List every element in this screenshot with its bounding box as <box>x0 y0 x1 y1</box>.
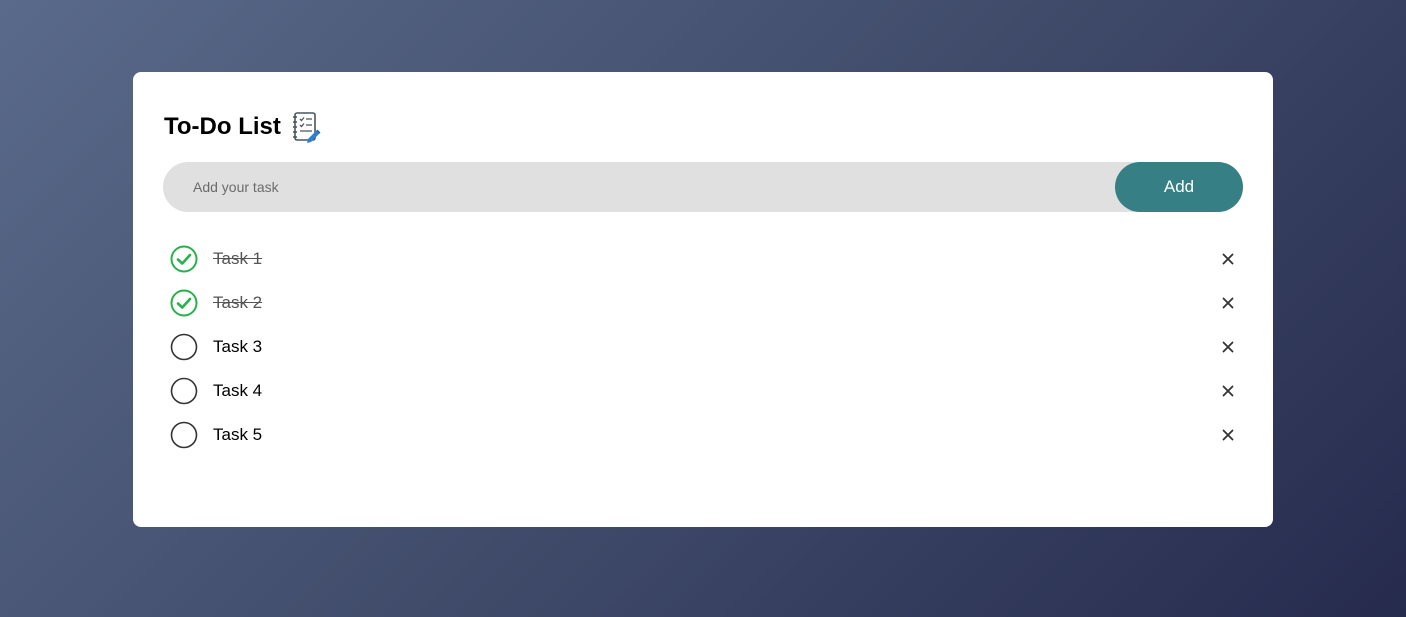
task-label: Task 2 <box>213 293 263 312</box>
close-icon <box>1222 429 1234 441</box>
checked-circle-icon[interactable] <box>170 289 198 317</box>
task-label: Task 3 <box>213 337 263 356</box>
task-item-5[interactable]: Task 5 <box>170 413 1240 457</box>
page-title: To-Do List <box>164 113 281 140</box>
close-icon <box>1222 297 1234 309</box>
delete-task-button[interactable] <box>1216 247 1240 271</box>
task-item-2[interactable]: Task 2 <box>170 281 1240 325</box>
task-label: Task 4 <box>213 381 263 400</box>
delete-task-button[interactable] <box>1216 379 1240 403</box>
add-button[interactable]: Add <box>1115 162 1243 212</box>
task-input[interactable] <box>163 162 1103 212</box>
close-icon <box>1222 385 1234 397</box>
checked-circle-icon[interactable] <box>170 245 198 273</box>
delete-task-button[interactable] <box>1216 335 1240 359</box>
header: To-Do List <box>164 110 321 144</box>
todo-card: To-Do List Add your task Add Task 1 Task… <box>133 72 1273 527</box>
notebook-checklist-icon <box>291 111 321 143</box>
close-icon <box>1222 341 1234 353</box>
task-label: Task 5 <box>213 425 263 444</box>
task-item-4[interactable]: Task 4 <box>170 369 1240 413</box>
task-list: Task 1 Task 2 Task 3 Task 4 Task 5 <box>170 237 1240 457</box>
unchecked-circle-icon[interactable] <box>170 333 198 361</box>
delete-task-button[interactable] <box>1216 291 1240 315</box>
task-label: Task 1 <box>213 249 263 268</box>
task-item-3[interactable]: Task 3 <box>170 325 1240 369</box>
delete-task-button[interactable] <box>1216 423 1240 447</box>
unchecked-circle-icon[interactable] <box>170 377 198 405</box>
close-icon <box>1222 253 1234 265</box>
unchecked-circle-icon[interactable] <box>170 421 198 449</box>
task-input-row: Add <box>163 162 1243 212</box>
task-item-1[interactable]: Task 1 <box>170 237 1240 281</box>
